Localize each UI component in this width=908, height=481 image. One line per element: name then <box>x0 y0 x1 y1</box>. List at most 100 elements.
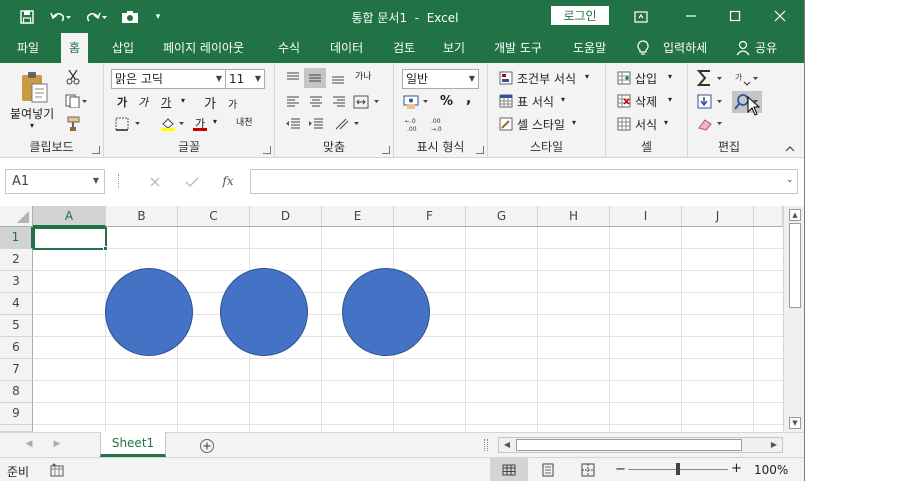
tab-home[interactable]: 홈 <box>61 33 89 63</box>
prev-sheet-icon[interactable]: ◀ <box>22 437 36 451</box>
tab-developer[interactable]: 개발 도구 <box>494 33 542 63</box>
align-right-icon[interactable] <box>329 94 349 110</box>
cancel-icon[interactable] <box>146 173 164 191</box>
tab-help[interactable]: 도움말 <box>573 33 606 63</box>
number-launcher-icon[interactable] <box>476 146 484 154</box>
row-header-5[interactable]: 5 <box>0 315 33 337</box>
increase-indent-icon[interactable] <box>306 116 326 132</box>
zoom-in-button[interactable]: + <box>731 461 742 476</box>
tab-page-layout[interactable]: 페이지 레이아웃 <box>163 33 244 63</box>
row-header-1[interactable]: 1 <box>0 227 33 249</box>
conditional-format-button[interactable]: 조건부 서식 <box>517 70 576 87</box>
active-cell-a1[interactable] <box>33 227 107 250</box>
undo-icon[interactable] <box>48 8 72 26</box>
save-icon[interactable] <box>18 8 36 26</box>
cell-styles-button[interactable]: 셀 스타일 <box>517 116 565 133</box>
column-header-c[interactable]: C <box>178 206 250 227</box>
page-layout-view-icon[interactable] <box>538 462 558 478</box>
expand-formula-icon[interactable]: ⌄ <box>786 175 794 185</box>
sort-filter-icon[interactable]: 가 <box>734 68 762 88</box>
column-header-b[interactable]: B <box>106 206 178 227</box>
bold-button[interactable]: 가 <box>117 94 127 110</box>
fill-color-icon[interactable] <box>159 115 189 133</box>
insert-function-icon[interactable]: fx <box>217 172 239 190</box>
formula-input[interactable] <box>250 169 798 194</box>
row-header-4[interactable]: 4 <box>0 293 33 315</box>
login-button[interactable]: 로그인 <box>551 6 609 25</box>
shrink-font-button[interactable]: 가 <box>228 96 237 111</box>
clear-icon[interactable] <box>696 115 728 133</box>
tab-split-handle[interactable] <box>484 439 488 451</box>
horizontal-scrollbar[interactable]: ◀ ▶ <box>498 437 783 453</box>
fill-handle[interactable] <box>103 246 108 251</box>
tab-formulas[interactable]: 수식 <box>278 33 300 63</box>
phonetic-button[interactable]: 내천 <box>236 115 253 128</box>
normal-view-icon[interactable] <box>490 458 528 481</box>
vertical-scroll-thumb[interactable] <box>789 223 801 308</box>
minimize-button[interactable] <box>676 6 706 26</box>
align-center-icon[interactable] <box>306 94 326 110</box>
sheet-tab-sheet1[interactable]: Sheet1 <box>100 432 166 457</box>
number-format-select[interactable]: 일반 ▼ <box>402 69 479 89</box>
increase-decimal-icon[interactable]: ←.0.00 <box>402 115 426 133</box>
scroll-left-icon[interactable]: ◀ <box>501 439 513 451</box>
zoom-out-button[interactable]: − <box>615 462 626 477</box>
column-header-g[interactable]: G <box>466 206 538 227</box>
name-box[interactable]: A1 ▼ <box>5 169 105 194</box>
row-header-3[interactable]: 3 <box>0 271 33 293</box>
redo-icon[interactable] <box>85 8 109 26</box>
font-size-select[interactable]: 11 ▼ <box>225 69 265 89</box>
scroll-down-icon[interactable]: ▼ <box>789 417 801 429</box>
ribbon-display-options-icon[interactable] <box>632 8 650 26</box>
align-left-icon[interactable] <box>283 94 303 110</box>
zoom-slider-thumb[interactable] <box>676 463 680 475</box>
collapse-ribbon-icon[interactable] <box>783 143 797 155</box>
circle-shape-3[interactable] <box>342 268 430 356</box>
tab-data[interactable]: 데이터 <box>330 33 363 63</box>
font-launcher-icon[interactable] <box>263 146 271 154</box>
align-top-icon[interactable] <box>283 70 303 86</box>
tab-file[interactable]: 파일 <box>17 33 39 63</box>
zoom-slider[interactable] <box>628 463 728 475</box>
circle-shape-2[interactable] <box>220 268 308 356</box>
add-sheet-icon[interactable] <box>198 437 216 455</box>
font-color-icon[interactable]: 가 ▾ <box>192 115 224 133</box>
close-button[interactable] <box>765 6 795 26</box>
comma-style-button[interactable]: , <box>466 91 471 107</box>
tell-me-box[interactable]: 입력하세 <box>663 33 707 63</box>
alignment-launcher-icon[interactable] <box>382 146 390 154</box>
page-break-view-icon[interactable] <box>578 462 598 478</box>
enter-icon[interactable] <box>183 173 201 191</box>
column-header-i[interactable]: I <box>610 206 682 227</box>
format-table-button[interactable]: 표 서식 <box>517 93 554 110</box>
percent-style-button[interactable]: % <box>440 94 453 109</box>
insert-cells-button[interactable]: 삽입 <box>635 70 657 87</box>
copy-icon[interactable] <box>64 92 90 110</box>
column-header-d[interactable]: D <box>250 206 322 227</box>
text-direction-icon[interactable] <box>333 115 363 133</box>
format-cells-button[interactable]: 서식 <box>635 116 657 133</box>
delete-cells-button[interactable]: 삭제 <box>635 93 657 110</box>
fill-icon[interactable] <box>696 92 728 112</box>
paste-button[interactable]: 붙여넣기 <box>10 105 54 122</box>
column-header-h[interactable]: H <box>538 206 610 227</box>
accessibility-icon[interactable] <box>49 462 65 478</box>
orientation-button[interactable]: 가나 <box>355 69 372 82</box>
paste-icon[interactable] <box>18 70 50 104</box>
tab-review[interactable]: 검토 <box>393 33 415 63</box>
column-header-f[interactable]: F <box>394 206 466 227</box>
next-sheet-icon[interactable]: ▶ <box>50 437 64 451</box>
italic-button[interactable]: 가 <box>138 94 148 110</box>
zoom-level[interactable]: 100% <box>754 463 788 477</box>
camera-icon[interactable] <box>120 8 140 26</box>
horizontal-scroll-thumb[interactable] <box>516 439 742 451</box>
customize-qat-icon[interactable]: ▾ <box>152 8 164 26</box>
align-middle-icon[interactable] <box>304 68 326 88</box>
worksheet-grid[interactable]: A B C D E F G H I J 1 2 3 4 5 6 7 8 9 ▲ … <box>0 206 804 432</box>
tab-insert[interactable]: 삽입 <box>112 33 134 63</box>
cut-icon[interactable] <box>64 68 82 86</box>
decrease-indent-icon[interactable] <box>283 116 303 132</box>
row-header-9[interactable]: 9 <box>0 403 33 425</box>
merge-center-icon[interactable] <box>352 93 384 111</box>
share-button[interactable]: 공유 <box>755 33 777 63</box>
